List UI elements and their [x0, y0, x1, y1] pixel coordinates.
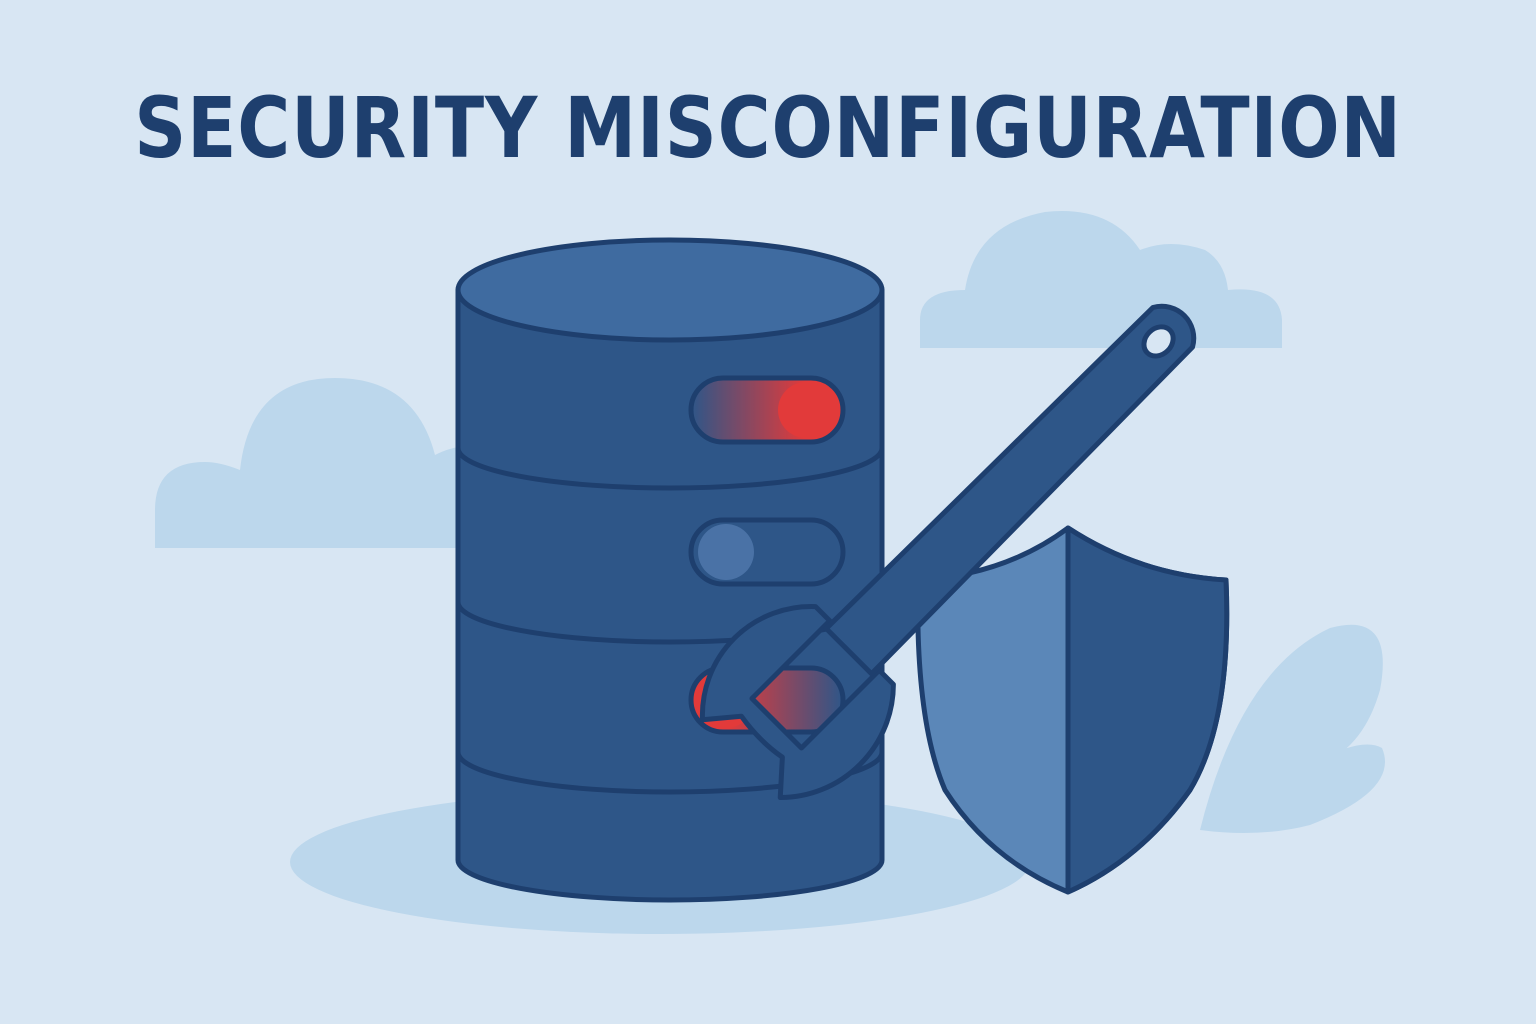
toggle-switch-off: [688, 517, 846, 587]
cloud-icon: [920, 211, 1282, 348]
page-title: SECURITY MISCONFIGURATION: [134, 79, 1402, 177]
toggle-switch-misconfigured: [688, 375, 846, 445]
cloud-icon: [155, 378, 470, 548]
illustration-scene: SECURITY MISCONFIGURATION: [0, 0, 1536, 1024]
